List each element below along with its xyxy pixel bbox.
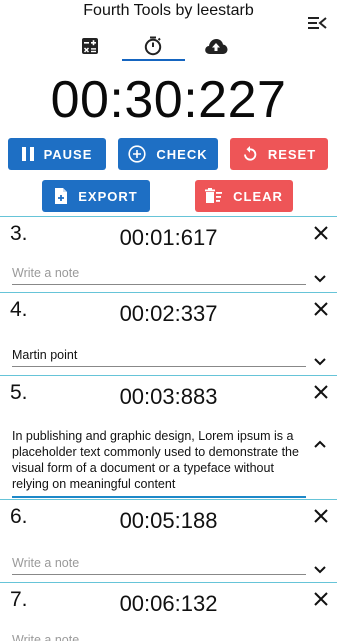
lap-time: 00:02:337 (119, 301, 218, 326)
note-input[interactable]: Write a note (12, 633, 306, 641)
clear-button[interactable]: CLEAR (195, 180, 293, 212)
timer-display: 00:30:227 (50, 71, 287, 129)
menu-collapse-icon[interactable] (307, 14, 327, 32)
file-add-icon (55, 188, 68, 204)
note-input[interactable]: Write a note (12, 266, 306, 285)
clear-label: CLEAR (233, 188, 283, 204)
note-input[interactable]: Write a note (12, 556, 306, 575)
lap-row: 4. 00:02:337 Martin point (0, 292, 337, 375)
stopwatch-icon (144, 36, 162, 56)
app-title: Fourth Tools by leestarb (83, 2, 254, 19)
pause-label: PAUSE (43, 146, 93, 162)
lap-time: 00:05:188 (119, 508, 218, 533)
add-circle-icon (128, 145, 146, 163)
pause-icon (21, 147, 34, 161)
pause-button[interactable]: PAUSE (8, 138, 106, 170)
active-tab-indicator (122, 59, 185, 61)
close-icon[interactable] (313, 508, 329, 524)
close-icon[interactable] (313, 384, 329, 400)
lap-row: 7. 00:06:132 Write a note (0, 582, 337, 641)
tab-calculator[interactable] (60, 30, 120, 62)
lap-time: 00:06:132 (119, 591, 218, 616)
calculator-icon (82, 38, 98, 54)
tab-stopwatch[interactable] (123, 30, 183, 62)
reset-label: RESET (267, 146, 317, 162)
note-input[interactable]: Martin point (12, 348, 306, 367)
app-header: Fourth Tools by leestarb (0, 0, 337, 64)
close-icon[interactable] (313, 225, 329, 241)
chevron-down-icon[interactable] (313, 354, 327, 366)
lap-row: 6. 00:05:188 Write a note (0, 499, 337, 582)
check-button[interactable]: CHECK (118, 138, 218, 170)
note-textarea[interactable]: In publishing and graphic design, Lorem … (12, 428, 306, 498)
export-button[interactable]: EXPORT (42, 180, 150, 212)
cloud-upload-icon (205, 39, 228, 54)
tab-cloud-upload[interactable] (186, 30, 246, 62)
delete-sweep-icon (205, 188, 223, 203)
export-label: EXPORT (78, 188, 138, 204)
chevron-down-icon[interactable] (313, 271, 327, 283)
close-icon[interactable] (313, 301, 329, 317)
lap-time: 00:03:883 (119, 384, 218, 409)
lap-row-expanded: 5. 00:03:883 In publishing and graphic d… (0, 375, 337, 499)
lap-row: 3. 00:01:617 Write a note (0, 216, 337, 292)
reset-button[interactable]: RESET (230, 138, 328, 170)
check-label: CHECK (156, 146, 208, 162)
close-icon[interactable] (313, 591, 329, 607)
reset-icon (243, 146, 257, 161)
chevron-up-icon[interactable] (313, 436, 327, 448)
lap-time: 00:01:617 (119, 225, 218, 250)
chevron-down-icon[interactable] (313, 562, 327, 574)
lap-list: 3. 00:01:617 Write a note 4. 00:02:337 M… (0, 216, 337, 641)
